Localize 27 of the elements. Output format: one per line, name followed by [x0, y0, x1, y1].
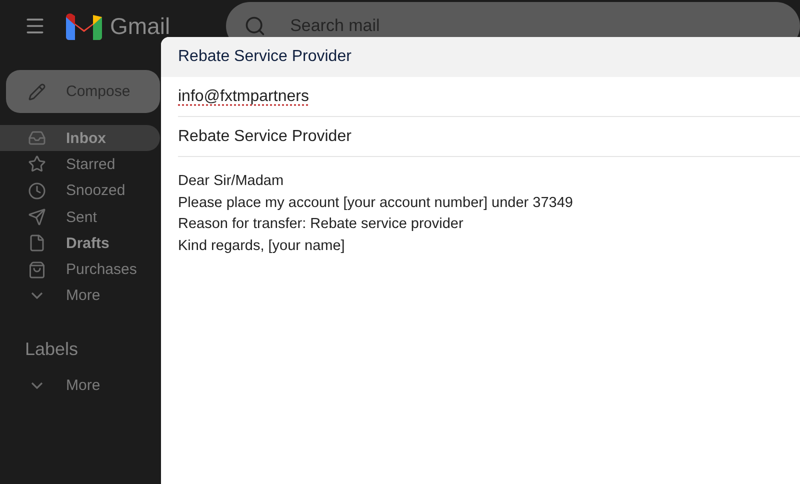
body-line: Kind regards, [your name]	[178, 236, 346, 256]
gmail-logo-icon	[66, 12, 102, 40]
nav-item[interactable]: Sent	[0, 204, 160, 230]
nav-item[interactable]: More	[0, 372, 160, 398]
star-icon	[28, 155, 46, 174]
subject-field[interactable]: Rebate Service Provider	[178, 117, 800, 157]
nav-item[interactable]: More	[0, 282, 160, 310]
recipient-field[interactable]: info@fxtmpartners	[178, 77, 800, 117]
nav-item[interactable]: Snoozed	[0, 178, 160, 204]
dialog-title: Rebate Service Provider	[178, 48, 352, 66]
body-line: Dear Sir/Madam	[178, 172, 285, 191]
file-icon	[28, 234, 46, 252]
nav-item[interactable]: Drafts	[0, 230, 160, 256]
nav-item[interactable]: Starred	[0, 151, 160, 178]
body-line: Reason for transfer: Rebate service provider	[178, 215, 464, 234]
clock-icon	[28, 182, 46, 200]
shopping-bag-icon	[28, 260, 46, 279]
send-icon	[28, 208, 46, 226]
nav-item[interactable]: Inbox	[0, 125, 160, 152]
chevron-down-icon	[31, 382, 43, 389]
pencil-icon	[28, 82, 46, 100]
app-name: Gmail	[110, 12, 170, 40]
labels-heading: Labels	[25, 339, 80, 360]
inbox-icon	[28, 129, 46, 148]
chevron-down-icon	[31, 292, 43, 300]
body-line: Please place my account [your account number] under 37349	[178, 194, 574, 212]
nav-item[interactable]: Purchases	[0, 256, 160, 283]
